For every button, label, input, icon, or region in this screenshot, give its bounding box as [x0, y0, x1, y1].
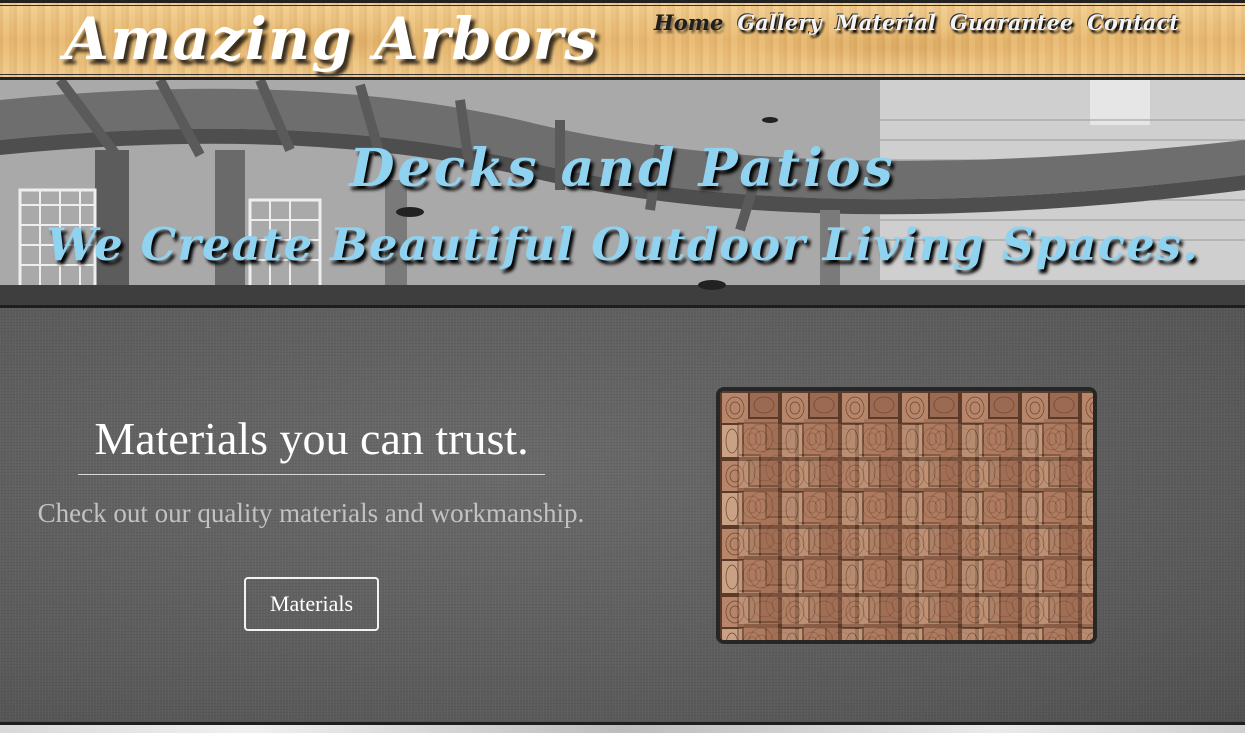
hero-title: Decks and Patios	[349, 138, 896, 199]
nav-contact-link[interactable]: Contact	[1087, 10, 1179, 35]
next-section-preview	[0, 722, 1245, 733]
lumber-photo	[716, 387, 1097, 644]
site-header: Amazing Arbors Home Gallery Material Gua…	[0, 0, 1245, 80]
nav-home-link[interactable]: Home	[654, 10, 723, 35]
section-heading: Materials you can trust.	[78, 412, 545, 475]
main-nav: Home Gallery Material Guarantee Contact	[654, 10, 1179, 35]
nav-gallery-link[interactable]: Gallery	[737, 10, 821, 35]
lumber-ends-image	[720, 391, 1093, 640]
nav-material-link[interactable]: Material	[835, 10, 936, 35]
materials-button[interactable]: Materials	[244, 577, 379, 631]
section-description: Check out our quality materials and work…	[37, 498, 585, 528]
materials-section: Materials you can trust. Check out our q…	[0, 308, 1245, 722]
hero-banner: Decks and Patios We Create Beautiful Out…	[0, 80, 1245, 308]
hero-subtitle: We Create Beautiful Outdoor Living Space…	[46, 218, 1199, 271]
nav-guarantee-link[interactable]: Guarantee	[950, 10, 1073, 35]
site-logo[interactable]: Amazing Arbors	[64, 5, 598, 73]
